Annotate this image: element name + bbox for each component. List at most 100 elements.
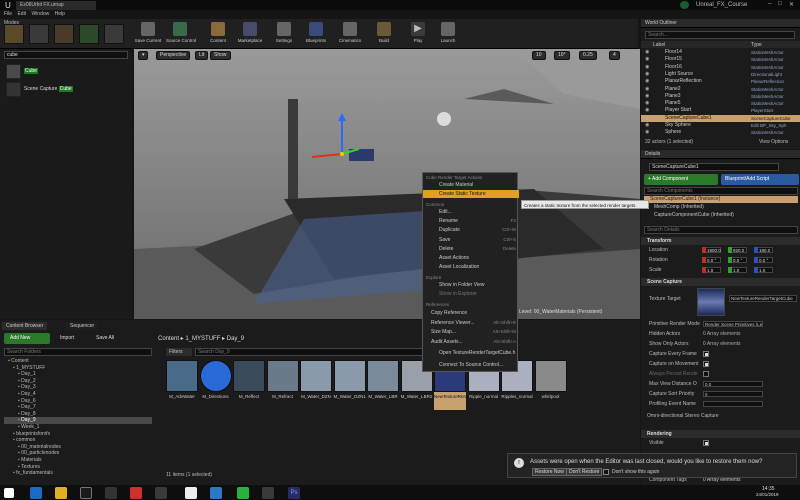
context-menu-item[interactable]: Edit... [423, 208, 519, 216]
eye-icon[interactable]: ◉ [645, 71, 649, 78]
search-details-input[interactable]: Search Details [644, 226, 798, 234]
search-assets-input[interactable]: Search Day_9 [195, 348, 435, 356]
outliner-search-input[interactable]: Search... [645, 31, 795, 39]
marketplace-button[interactable]: Marketplace [236, 21, 264, 47]
folder-tree-item[interactable]: ▪ Day_7 [4, 404, 152, 411]
folder-tree-item[interactable]: ▪ Day_4 [4, 391, 152, 398]
eye-icon[interactable]: ◉ [645, 86, 649, 93]
scale-snap-value[interactable]: 0.25 [579, 51, 597, 60]
property-checkbox[interactable] [703, 371, 709, 377]
context-menu-item[interactable]: Reference Viewer... Alt+Shift+R [423, 319, 519, 327]
eye-icon[interactable]: ◉ [645, 93, 649, 100]
menu-file[interactable]: File [4, 10, 12, 19]
location-y[interactable]: 920.0 [728, 247, 747, 253]
eye-icon[interactable]: ◉ [645, 129, 649, 136]
property-value[interactable]: 0.0 [703, 381, 763, 387]
show-in-folder-view-item[interactable]: Show in Folder View [423, 281, 519, 289]
component-instance-row[interactable]: SceneCaptureCube1 (Instance) [644, 196, 798, 203]
folder-tree-item[interactable]: ▪ Day_2 [4, 378, 152, 385]
scale-x[interactable]: 1.0 [702, 267, 721, 273]
column-label[interactable]: Label [653, 42, 665, 48]
app-icon[interactable] [262, 487, 274, 499]
context-menu-item[interactable]: Save Ctrl+S [423, 236, 519, 244]
grid-snap-value[interactable]: 10 [532, 51, 546, 60]
connect-source-control-item[interactable]: Connect To Source Control... [423, 361, 519, 369]
place-mode-icon[interactable] [4, 24, 24, 44]
eye-icon[interactable]: ◉ [645, 56, 649, 63]
column-type[interactable]: Type [751, 42, 762, 48]
property-value[interactable]: 0 [703, 391, 763, 397]
context-menu-item[interactable]: Audit Assets... Alt+Shift+A [423, 338, 519, 346]
tab-content-browser[interactable]: Content Browser [2, 322, 48, 330]
menu-edit[interactable]: Edit [17, 10, 26, 19]
outliner-row-type[interactable]: PlanarReflection [751, 78, 784, 85]
dont-restore-button[interactable]: Don't Restore [566, 468, 603, 476]
restore-now-button[interactable]: Restore Now [532, 468, 567, 476]
breadcrumb-content[interactable]: Content [158, 336, 179, 342]
outliner-row[interactable]: ◉ SceneCaptureCube1 SceneCaptureCube [641, 114, 800, 122]
perspective-button[interactable]: Perspective [156, 51, 191, 60]
menu-help[interactable]: Help [55, 10, 65, 19]
rotation-x[interactable]: 0.0 ° [702, 257, 721, 263]
asset-tile[interactable]: M_Reflect [233, 360, 265, 410]
place-search-input[interactable]: cube [4, 51, 128, 59]
outliner-row[interactable]: ◉ Floor14 StaticMeshActor [641, 49, 800, 56]
media-icon[interactable] [105, 487, 117, 499]
outliner-row-type[interactable]: StaticMeshActor [751, 93, 784, 100]
outliner-row[interactable]: ◉ PlanarReflection PlanarReflection [641, 78, 800, 85]
texture-target-combo[interactable]: NewTextureRenderTargetCube [729, 295, 797, 302]
rotation-y[interactable]: 0.0 ° [728, 257, 747, 263]
menu-window[interactable]: Window [31, 10, 49, 19]
outliner-row[interactable]: ◉ Player Start PlayerStart [641, 107, 800, 114]
folder-tree-item[interactable]: ▪ blueprintsforvfx [4, 431, 152, 438]
create-static-texture-item[interactable]: Create Static Texture [423, 190, 519, 198]
add-new-button[interactable]: Add New [4, 333, 50, 344]
save-all-button[interactable]: Save All [90, 333, 130, 344]
scale-y[interactable]: 1.0 [728, 267, 747, 273]
app-icon[interactable] [210, 487, 222, 499]
component-mesh-row[interactable]: MeshComp (Inherited) [644, 204, 798, 211]
eye-icon[interactable]: ◉ [645, 64, 649, 71]
outliner-row-type[interactable]: Edit BP_Sky_Sph [751, 122, 787, 129]
context-menu-item[interactable]: Asset Localization [423, 263, 519, 271]
folder-tree-item[interactable]: ▪ Materials [4, 457, 152, 464]
play-button[interactable]: ▶ Play [404, 21, 432, 47]
folder-tree-item[interactable]: ▪ 00_particlenodes [4, 450, 152, 457]
component-capture-row[interactable]: CaptureComponentCube (Inherited) [644, 212, 798, 219]
asset-tile[interactable]: M_Directions [199, 360, 232, 410]
minimize-button[interactable]: – [768, 1, 771, 7]
angle-snap-value[interactable]: 10° [554, 51, 570, 60]
edge-icon[interactable] [30, 487, 42, 499]
context-menu-item[interactable]: Asset Actions [423, 254, 519, 262]
outliner-row[interactable]: ◉ Floor15 StaticMeshActor [641, 56, 800, 63]
folder-tree-item[interactable]: ▪ fx_fundamentals [4, 470, 152, 477]
scale-z[interactable]: 1.0 [754, 267, 773, 273]
outliner-row-type[interactable]: StaticMeshActor [751, 56, 784, 63]
photoshop-icon[interactable]: Ps [288, 487, 300, 499]
level-tab[interactable]: Ex06Urbit FX.umap [16, 1, 96, 10]
unreal-editor-icon[interactable] [185, 487, 197, 499]
breadcrumb-mystuff[interactable]: 1_MYSTUFF [185, 336, 220, 342]
eye-icon[interactable]: ◉ [645, 115, 649, 122]
outliner-row[interactable]: ◉ Sphere StaticMeshActor [641, 129, 800, 136]
folder-tree-item[interactable]: ▪ Day_8 [4, 411, 152, 418]
view-options-button[interactable]: View Options [759, 139, 788, 145]
context-menu-item[interactable]: Duplicate Ctrl+W [423, 226, 519, 234]
source-control-icon[interactable] [680, 1, 689, 9]
add-component-button[interactable]: + Add Component [644, 174, 718, 185]
level-viewport[interactable]: ▾ Perspective Lit Show 10 10° 0.25 4 Lev… [134, 49, 640, 319]
camera-speed-value[interactable]: 4 [609, 51, 620, 60]
outliner-row-type[interactable]: StaticMeshActor [751, 100, 784, 107]
epic-launcher-icon[interactable] [80, 487, 92, 499]
foliage-mode-icon[interactable] [79, 24, 99, 44]
start-icon[interactable] [4, 488, 14, 498]
asset-tile[interactable]: M_AdvWater [166, 360, 198, 410]
eye-icon[interactable]: ◉ [645, 100, 649, 107]
tab-sequencer[interactable]: Sequencer [66, 322, 99, 330]
outliner-row-type[interactable]: StaticMeshActor [751, 86, 784, 93]
transform-section[interactable]: Transform [641, 237, 800, 245]
launch-button[interactable]: Launch [434, 21, 462, 47]
place-item-scene-capture-cube[interactable]: Scene Capture Cube [4, 81, 128, 99]
dont-show-checkbox[interactable] [603, 469, 609, 475]
paint-mode-icon[interactable] [29, 24, 49, 44]
